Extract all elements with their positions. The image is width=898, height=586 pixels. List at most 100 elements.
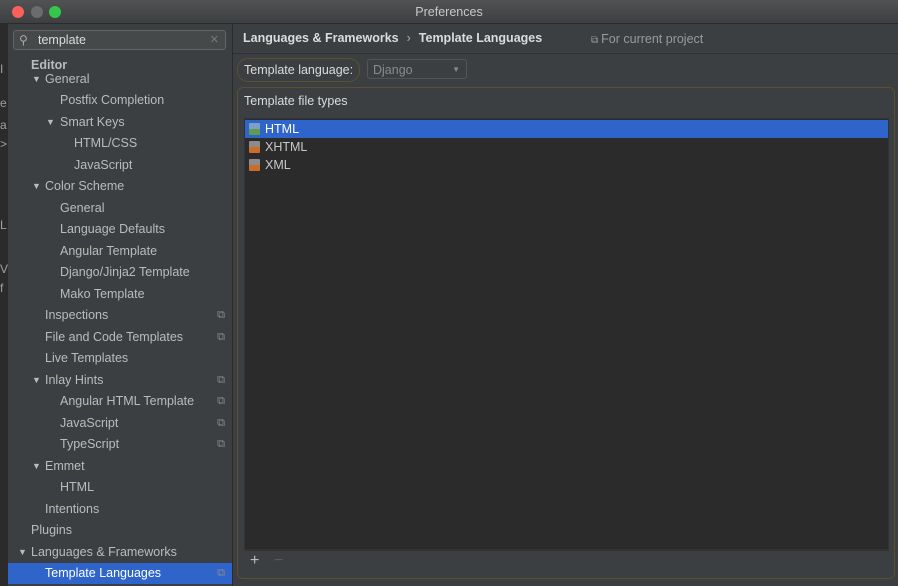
tree-item-label: Django/Jinja2 Template [60, 265, 190, 279]
tree-item[interactable]: Intentions [8, 499, 232, 520]
search-input[interactable] [38, 32, 203, 48]
project-scope-icon: ⧉ [217, 416, 225, 429]
tree-item-label: Inlay Hints [45, 372, 104, 387]
tree-item[interactable]: Plugins [8, 520, 232, 541]
background-window-edge: Ie a > L Vf [0, 24, 8, 586]
remove-file-type-button[interactable]: − [274, 552, 283, 570]
tree-item-label: Postfix Completion [60, 93, 165, 107]
background-text-fragment: e [0, 96, 7, 110]
project-scope-icon: ⧉ [217, 438, 225, 450]
tree-item-label: General [45, 71, 90, 86]
background-text-fragment: a [0, 118, 7, 132]
tree-item[interactable]: Template Languages ⧉ [8, 563, 232, 584]
search-icon: ⚲ [19, 33, 28, 47]
file-type-row[interactable]: XML [245, 156, 888, 174]
expand-arrow-icon[interactable]: ▼ [32, 370, 41, 391]
project-scope-icon: ⧉ [217, 330, 225, 343]
file-type-label: XHTML [265, 140, 308, 154]
file-type-row[interactable]: HTML [245, 120, 888, 138]
tree-item[interactable]: JavaScript [8, 155, 232, 176]
project-scope-text: For current project [601, 32, 704, 46]
tree-item-label: Mako Template [60, 286, 145, 301]
tree-item[interactable]: Postfix Completion [8, 90, 232, 111]
list-toolbar: + − [244, 550, 889, 574]
clear-search-icon[interactable]: ✕ [210, 33, 219, 46]
tree-item-label: General [60, 200, 105, 215]
tree-item[interactable]: ▼ Color Scheme [8, 176, 232, 197]
tree-item-label: HTML [60, 480, 95, 494]
add-file-type-button[interactable]: + [250, 552, 259, 570]
background-text-fragment: V [0, 262, 8, 276]
tree-item-label: Angular HTML Template [60, 394, 195, 408]
settings-content: Languages & Frameworks › Template Language… [233, 24, 898, 586]
tree-item-label: Template Languages [45, 566, 162, 580]
tree-item-label: File and Code Templates [45, 329, 184, 344]
xml-file-icon [249, 159, 260, 171]
tree-item[interactable]: Language Defaults [8, 219, 232, 240]
tree-item[interactable]: File and Code Templates ⧉ [8, 327, 232, 348]
project-scope-icon: ⧉ [217, 567, 225, 579]
breadcrumb-separator: › [406, 31, 411, 45]
tree-item-label: Languages & Frameworks [31, 544, 177, 559]
breadcrumb-parent[interactable]: Languages & Frameworks [243, 31, 399, 45]
tree-item-label: JavaScript [74, 157, 133, 172]
tree-item[interactable]: ▼ General [8, 69, 232, 90]
tree-item[interactable]: ▼ Emmet [8, 456, 232, 477]
tree-item[interactable]: HTML [8, 477, 232, 498]
tree-item-label: TypeScript [60, 437, 120, 451]
template-file-types-panel: Template file types HTML XHTML XML + − [237, 87, 895, 579]
project-scope-icon: ⧉ [217, 395, 225, 407]
tree-item-label: Smart Keys [60, 114, 125, 129]
breadcrumb: Languages & Frameworks › Template Language… [243, 31, 542, 45]
tree-item[interactable]: ▼ Inlay Hints ⧉ [8, 370, 232, 391]
header-divider [233, 53, 898, 54]
tree-item[interactable]: ▼ Languages & Frameworks [8, 542, 232, 563]
tree-item[interactable]: Mako Template [8, 284, 232, 305]
expand-arrow-icon[interactable]: ▼ [46, 112, 55, 133]
toolbar-divider [244, 550, 889, 551]
window-title: Preferences [415, 5, 483, 19]
tree-item-label: Plugins [31, 523, 72, 537]
tree-item[interactable]: Inspections ⧉ [8, 305, 232, 326]
breadcrumb-current: Template Languages [418, 31, 543, 45]
project-scope-icon: ⧉ [217, 373, 225, 386]
tree-item-label: HTML/CSS [74, 136, 138, 150]
tree-item-label: Emmet [45, 458, 85, 473]
template-language-select[interactable]: Django ▼ [367, 59, 467, 79]
file-type-row[interactable]: XHTML [245, 138, 888, 156]
expand-arrow-icon[interactable]: ▼ [18, 542, 27, 563]
tree-item[interactable]: Live Templates [8, 348, 232, 369]
tree-item[interactable]: ▼ Smart Keys [8, 112, 232, 133]
tree-item[interactable]: General [8, 198, 232, 219]
project-scope-icon: ⧉ [217, 309, 225, 321]
xhtml-file-icon [249, 141, 260, 153]
tree-item-label: Color Scheme [45, 179, 125, 193]
background-text-fragment: f [0, 281, 4, 295]
background-text-fragment: > [0, 137, 8, 151]
tree-item[interactable]: Angular Template [8, 241, 232, 262]
chevron-down-icon: ▼ [452, 65, 460, 74]
expand-arrow-icon[interactable]: ▼ [32, 69, 41, 90]
file-type-label: HTML [265, 122, 300, 136]
tree-item-label: Live Templates [45, 351, 129, 365]
expand-arrow-icon[interactable]: ▼ [32, 176, 41, 197]
file-types-list[interactable]: HTML XHTML XML [244, 118, 889, 550]
background-text-fragment: L [0, 218, 7, 232]
background-text-fragment: I [0, 62, 4, 76]
tree-item[interactable]: Angular HTML Template ⧉ [8, 391, 232, 412]
settings-search[interactable]: ⚲ ✕ [13, 30, 226, 50]
tree-item[interactable]: JavaScript ⧉ [8, 413, 232, 434]
file-type-label: XML [265, 158, 291, 172]
expand-arrow-icon[interactable]: ▼ [32, 456, 41, 477]
tree-item[interactable]: HTML/CSS [8, 133, 232, 154]
tree-item-label: Language Defaults [60, 222, 165, 236]
template-language-value: Django [373, 63, 413, 77]
title-bar: Preferences [0, 0, 898, 24]
tree-item-label: Intentions [45, 501, 100, 516]
template-language-label: Template language: [237, 58, 361, 82]
tree-item[interactable]: TypeScript ⧉ [8, 434, 232, 455]
tree-item-label: JavaScript [60, 415, 119, 430]
template-file-types-title: Template file types [244, 94, 348, 108]
html-file-icon [249, 123, 260, 135]
tree-item[interactable]: Django/Jinja2 Template [8, 262, 232, 283]
